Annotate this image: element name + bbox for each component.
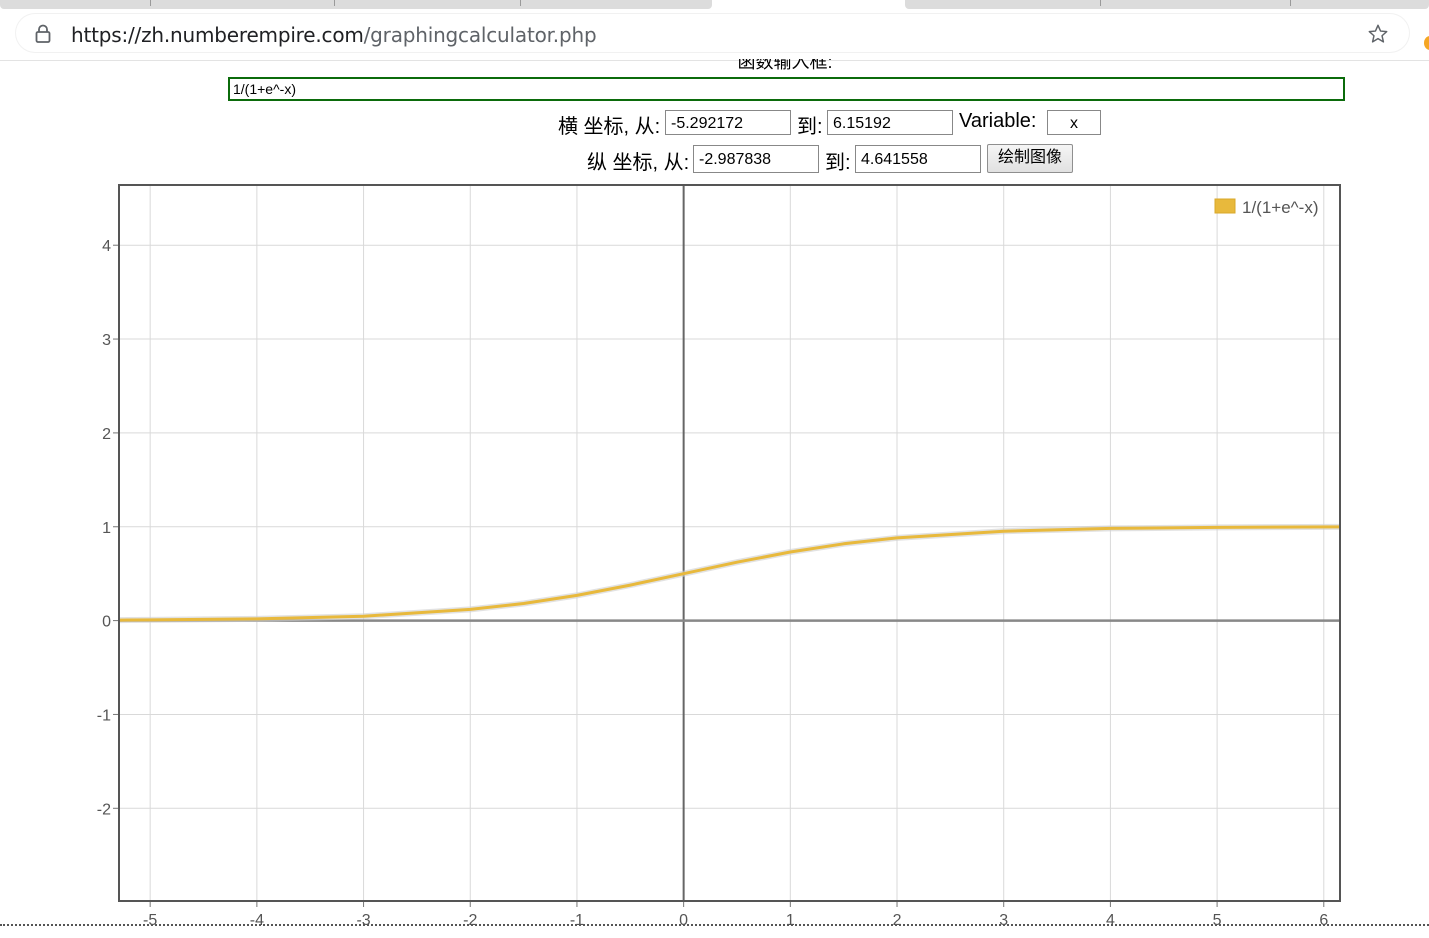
- x-tick-label: 0: [679, 912, 688, 929]
- series-line: [119, 525, 1340, 622]
- x-tick-label: 2: [893, 912, 902, 929]
- legend[interactable]: 1/(1+e^-x): [1214, 198, 1318, 217]
- series-shadow: [119, 523, 1340, 624]
- plot-frame: [118, 184, 1341, 902]
- y-tick-label: 3: [102, 332, 111, 349]
- x-tick-label: 5: [1213, 912, 1222, 929]
- axes: [119, 185, 1340, 901]
- legend-label: 1/(1+e^-x): [1242, 198, 1318, 217]
- y-tick-label: 1: [102, 520, 111, 537]
- x-tick-label: -2: [463, 912, 477, 929]
- y-tick-label: 4: [102, 238, 111, 255]
- grid-lines: [113, 185, 1340, 907]
- graph-canvas[interactable]: -5 -4 -3 -2 -1 0 1 2 3 4 5 6 4 3 2 1 0 -1 -2 1/(1+e^-x): [0, 0, 1429, 938]
- curve-layer: [119, 523, 1340, 624]
- x-tick-label: 3: [999, 912, 1008, 929]
- x-tick-label: -4: [250, 912, 264, 929]
- tick-labels: -5 -4 -3 -2 -1 0 1 2 3 4 5 6 4 3 2 1 0 -1 -2: [97, 238, 1329, 929]
- page-bottom-border: [0, 924, 1429, 926]
- x-tick-label: 6: [1319, 912, 1328, 929]
- x-tick-label: -5: [143, 912, 157, 929]
- x-tick-label: -1: [570, 912, 584, 929]
- y-tick-label: -1: [97, 707, 111, 724]
- x-tick-label: -3: [356, 912, 370, 929]
- y-tick-label: 2: [102, 426, 111, 443]
- legend-swatch: [1214, 198, 1236, 214]
- x-tick-label: 1: [786, 912, 795, 929]
- y-tick-label: 0: [102, 614, 111, 631]
- x-tick-label: 4: [1106, 912, 1115, 929]
- y-tick-label: -2: [97, 801, 111, 818]
